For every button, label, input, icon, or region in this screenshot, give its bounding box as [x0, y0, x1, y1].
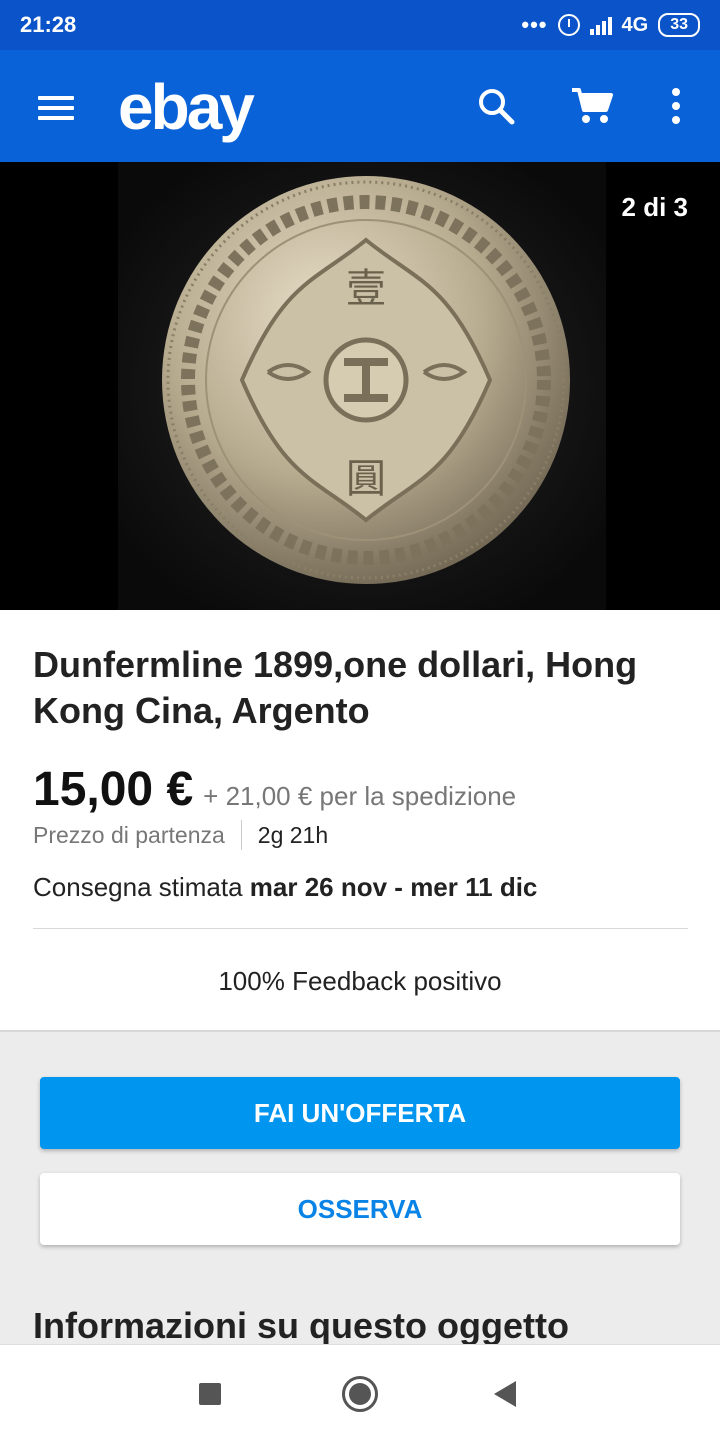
section-divider: [33, 928, 688, 929]
coin-image: 壹 圓: [118, 162, 606, 610]
item-summary-card: Dunfermline 1899,one dollari, Hong Kong …: [0, 610, 720, 1032]
system-nav-bar: [0, 1344, 720, 1440]
svg-text:圓: 圓: [346, 456, 386, 502]
price-type-label: Prezzo di partenza: [33, 821, 225, 848]
image-counter: 2 di 3: [609, 186, 700, 229]
battery-icon: 33: [658, 13, 700, 37]
time-left: 2g 21h: [257, 821, 329, 848]
home-icon[interactable]: [342, 1376, 378, 1412]
item-title: Dunfermline 1899,one dollari, Hong Kong …: [33, 644, 638, 731]
notification-dots-icon: •••: [521, 12, 548, 37]
more-vert-icon[interactable]: [662, 86, 690, 126]
back-icon[interactable]: [494, 1381, 516, 1407]
app-bar: ebay: [0, 50, 720, 162]
image-gallery[interactable]: 壹 圓 2 di 3: [0, 162, 720, 610]
svg-text:壹: 壹: [346, 266, 386, 312]
network-type: 4G: [621, 13, 649, 36]
ebay-logo[interactable]: ebay: [118, 70, 255, 144]
item-price: 15,00 €: [33, 763, 194, 816]
make-offer-button[interactable]: FAI UN'OFFERTA: [40, 1077, 680, 1149]
item-info-heading: Informazioni su questo oggetto: [33, 1305, 569, 1346]
seller-feedback[interactable]: 100% Feedback positivo: [0, 966, 720, 997]
signal-icon: [589, 15, 612, 35]
watch-button[interactable]: OSSERVA: [40, 1173, 680, 1245]
delivery-dates: mar 26 nov - mer 11 dic: [249, 872, 538, 902]
status-bar: 21:28 ••• 4G 33: [0, 0, 720, 50]
item-page: 21:28 ••• 4G 33 ebay 壹 圓 2 di 3 Dunferml…: [0, 0, 720, 1440]
meta-divider: [240, 820, 242, 850]
price-row: 15,00 € + 21,00 € per la spedizione: [33, 762, 516, 817]
status-time: 21:28: [20, 12, 77, 37]
delivery-estimate: Consegna stimata mar 26 nov - mer 11 dic: [33, 872, 537, 903]
price-meta: Prezzo di partenza 2g 21h: [33, 820, 328, 850]
delivery-label: Consegna stimata: [33, 872, 250, 902]
recents-icon[interactable]: [199, 1383, 221, 1405]
cart-icon[interactable]: [570, 86, 614, 126]
search-icon[interactable]: [476, 86, 516, 126]
alarm-icon: [557, 14, 580, 36]
status-icons: ••• 4G 33: [521, 12, 700, 38]
menu-icon[interactable]: [38, 96, 74, 120]
shipping-cost: + 21,00 € per la spedizione: [203, 781, 517, 811]
